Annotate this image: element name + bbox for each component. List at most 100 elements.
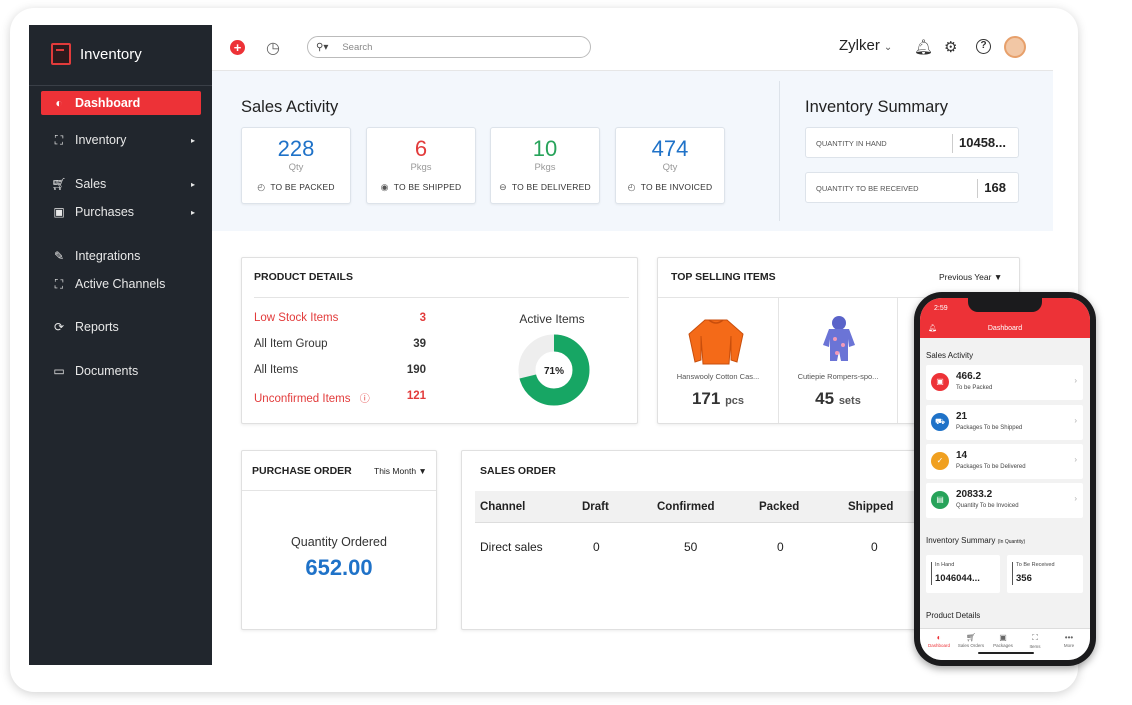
item-name: Cutiepie Rompers-spo...	[797, 372, 879, 381]
accent-bar	[931, 562, 932, 585]
all-items-row[interactable]: All Items 190	[254, 364, 426, 376]
sidebar-item-label: Integrations	[75, 249, 141, 263]
card-unit: Qty	[288, 162, 304, 173]
search-input[interactable]: ⚲▾ Search	[307, 36, 591, 58]
avatar[interactable]	[1004, 36, 1026, 58]
tab-label: Items	[1029, 644, 1041, 649]
box-label: In Hand	[935, 562, 955, 568]
tab-dashboard[interactable]: ◐ Dashboard	[924, 633, 954, 648]
item-unit: sets	[838, 395, 861, 407]
top-item-card[interactable]: Hanswooly Cotton Cas... 171 pcs	[659, 298, 777, 423]
mobile-to-be-invoiced-card[interactable]: ▤ 20833.2 Quantity To be Invoiced ›	[926, 483, 1083, 518]
info-alert-icon: ⓘ	[359, 394, 370, 405]
home-indicator	[978, 652, 1034, 654]
app-logo[interactable]: Inventory	[51, 43, 142, 65]
panel-divider	[242, 490, 436, 491]
sidebar-item-inventory[interactable]: ⛶ Inventory ▸	[41, 128, 201, 152]
all-item-group-row[interactable]: All Item Group 39	[254, 338, 426, 350]
to-receive-value: 168	[984, 180, 1006, 195]
low-stock-items-row[interactable]: Low Stock Items 3	[254, 312, 426, 324]
mobile-to-be-delivered-card[interactable]: ✓ 14 Packages To be Delivered ›	[926, 444, 1083, 479]
card-unit: Pkgs	[534, 162, 556, 173]
sidebar-item-integrations[interactable]: ✎ Integrations	[41, 244, 201, 268]
card-label: To be Packed	[956, 385, 993, 391]
mobile-tab-bar: ◐ Dashboard 🛒︎ Sales Orders ▣ Packages ⛶ Ite…	[920, 628, 1090, 660]
search-icon[interactable]: ⚲▾	[316, 42, 328, 53]
sidebar-item-reports[interactable]: ⟳ Reports	[41, 315, 201, 339]
integrations-icon: ✎	[53, 249, 65, 263]
sidebar-item-label: Dashboard	[75, 96, 141, 110]
box-value: 356	[1016, 573, 1032, 584]
package-icon: ▣	[999, 633, 1007, 642]
box-value: 1046044...	[935, 573, 980, 584]
section-divider	[779, 81, 780, 221]
item-unit: pcs	[725, 395, 745, 407]
inventory-icon: ⛶	[54, 132, 64, 147]
tab-items[interactable]: ⛶ Items	[1020, 633, 1050, 649]
top-bar: + ◷ ⚲▾ Search Zylker ⌄ 🔔︎ ⚙ ?	[212, 25, 1053, 71]
sidebar-item-sales[interactable]: 🛒︎ Sales ▸	[41, 172, 201, 196]
org-switcher[interactable]: Zylker ⌄	[839, 37, 892, 54]
caret-down-icon: ▼	[993, 272, 1003, 282]
quantity-ordered-label: Quantity Ordered	[291, 535, 387, 549]
to-be-shipped-card[interactable]: 6 Pkgs ◉ TO BE SHIPPED	[366, 127, 476, 204]
sidebar-item-dashboard[interactable]: ◐ Dashboard	[41, 91, 201, 115]
row-value: 3	[419, 312, 426, 324]
row-label: Unconfirmed Items	[254, 393, 351, 405]
card-value: 10	[532, 136, 558, 161]
help-icon[interactable]: ?	[976, 39, 991, 54]
card-value: 14	[956, 450, 968, 461]
quick-create-plus-icon[interactable]: +	[230, 40, 245, 55]
sales-order-title: SALES ORDER	[480, 465, 556, 477]
in-hand-label: QUANTITY IN HAND	[816, 139, 887, 148]
unconfirmed-items-row[interactable]: Unconfirmed Items ⓘ 121	[254, 390, 426, 405]
cell-packed: 0	[777, 540, 784, 554]
purchase-order-panel: PURCHASE ORDER This Month ▼ Quantity Ord…	[241, 450, 437, 630]
to-receive-label: QUANTITY TO BE RECEIVED	[816, 184, 919, 193]
sidebar-item-active-channels[interactable]: ⛶ Active Channels	[41, 272, 201, 296]
mobile-header: 2:59 🔔︎ Dashboard	[920, 298, 1090, 338]
period-dropdown[interactable]: Previous Year ▼	[939, 272, 1002, 282]
sidebar-item-label: Documents	[75, 364, 139, 378]
tab-packages[interactable]: ▣ Packages	[988, 633, 1018, 648]
mobile-to-be-packed-card[interactable]: ▣ 466.2 To be Packed ›	[926, 365, 1083, 400]
cart-icon: 🛒︎	[965, 633, 977, 642]
org-name: Zylker	[839, 37, 880, 54]
invoice-icon: ▤	[931, 491, 949, 509]
sidebar-item-label: Purchases	[75, 205, 135, 219]
sidebar-item-label: Sales	[75, 177, 107, 191]
card-value: 20833.2	[956, 489, 993, 500]
tab-more[interactable]: ••• More	[1054, 633, 1084, 648]
tab-label: Sales Orders	[957, 643, 985, 648]
mobile-to-be-shipped-card[interactable]: ⛟ 21 Packages To be Shipped ›	[926, 405, 1083, 440]
inventory-book-icon	[51, 43, 71, 65]
to-be-delivered-card[interactable]: 10 Pkgs ⊖ TO BE DELIVERED	[490, 127, 600, 204]
top-item-card[interactable]: Cutiepie Rompers-spo... 45 sets	[779, 298, 897, 423]
dashboard-icon: ◐	[936, 633, 942, 642]
mobile-time: 2:59	[934, 305, 948, 312]
to-be-invoiced-card[interactable]: 474 Qty ◴ TO BE INVOICED	[615, 127, 725, 204]
to-be-packed-card[interactable]: 228 Qty ◴ TO BE PACKED	[241, 127, 351, 204]
tab-sales-orders[interactable]: 🛒︎ Sales Orders	[956, 633, 986, 648]
card-label: TO BE INVOICED	[640, 182, 713, 192]
sidebar-item-purchases[interactable]: ▣ Purchases ▸	[41, 200, 201, 224]
gear-icon[interactable]: ⚙	[944, 38, 957, 56]
item-divider	[897, 298, 898, 423]
period-dropdown[interactable]: This Month ▼	[374, 466, 427, 476]
history-clock-icon[interactable]: ◷	[266, 38, 280, 58]
sidebar-item-documents[interactable]: ▭ Documents	[41, 359, 201, 383]
card-value: 6	[414, 136, 428, 161]
box-icon: ▣	[931, 373, 949, 391]
donut-percent: 71%	[544, 366, 564, 377]
column-header: Draft	[582, 501, 609, 513]
chevron-right-icon: ›	[1074, 376, 1077, 385]
item-name: Hanswooly Cotton Cas...	[676, 372, 760, 381]
in-hand-value: 10458...	[959, 135, 1006, 150]
mobile-to-receive-box: To Be Received 356	[1007, 555, 1083, 593]
tab-label: More	[1063, 643, 1075, 648]
accent-bar	[1012, 562, 1013, 585]
mobile-phone: 2:59 🔔︎ Dashboard Sales Activity ▣ 466.2…	[914, 292, 1096, 666]
period-value: This Month	[374, 466, 417, 476]
mobile-screen: 2:59 🔔︎ Dashboard Sales Activity ▣ 466.2…	[920, 298, 1090, 660]
bell-icon[interactable]: 🔔︎	[914, 38, 933, 56]
